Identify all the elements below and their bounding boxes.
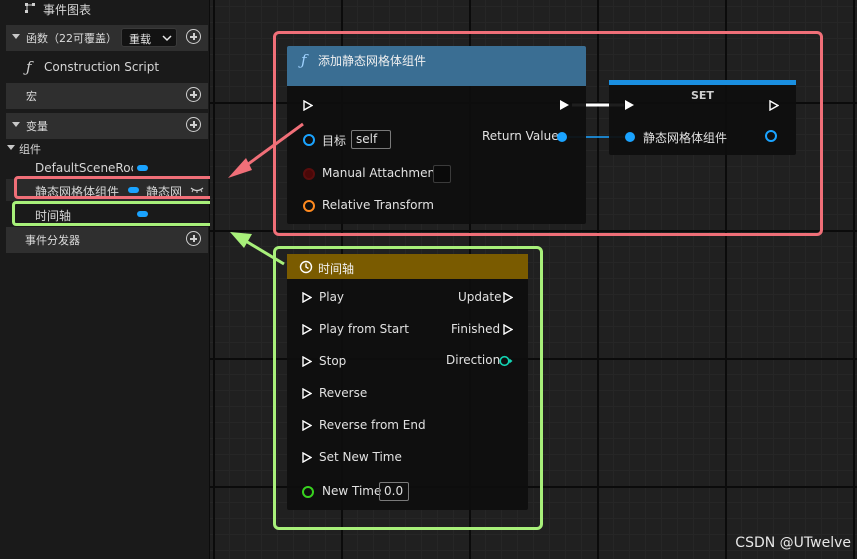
functions-title: 函数（22可覆盖） — [26, 32, 117, 45]
components-title: 组件 — [19, 143, 41, 156]
macros-title: 宏 — [26, 90, 37, 103]
variables-title: 变量 — [26, 120, 48, 133]
add-event-dispatcher-button[interactable] — [186, 231, 201, 246]
variable-name: DefaultSceneRoc — [35, 161, 133, 175]
functions-section-header[interactable]: 函数（22可覆盖） 重载 — [6, 25, 208, 51]
watermark: CSDN @UTwelve — [735, 535, 851, 551]
my-blueprint-panel: 事件图表 函数（22可覆盖） 重载 ƒ Construction Script … — [0, 0, 210, 559]
collapse-caret-icon[interactable] — [7, 145, 15, 150]
override-dropdown[interactable]: 重载 — [121, 28, 177, 47]
highlight-box-timeline-variable — [12, 201, 222, 226]
highlight-box-add-component-node — [273, 31, 823, 236]
construction-script-label: Construction Script — [44, 60, 160, 74]
collapse-caret-icon[interactable] — [12, 122, 20, 127]
override-label: 重载 — [129, 33, 151, 46]
highlight-box-static-mesh-variable — [14, 176, 220, 199]
chevron-down-icon — [162, 35, 172, 42]
add-variable-button[interactable] — [186, 117, 201, 132]
object-type-pill-icon — [137, 165, 148, 171]
construction-script-item[interactable]: ƒ Construction Script — [24, 58, 204, 78]
macros-section-header[interactable]: 宏 — [6, 83, 208, 109]
function-icon: ƒ — [26, 58, 32, 76]
variables-section-header[interactable]: 变量 — [6, 113, 208, 139]
components-category[interactable]: 组件 — [6, 140, 208, 156]
highlight-box-timeline-node — [273, 246, 543, 530]
graph-icon — [25, 3, 35, 13]
event-graph-label: 事件图表 — [43, 3, 92, 17]
event-dispatchers-title: 事件分发器 — [25, 234, 80, 247]
add-function-button[interactable] — [186, 29, 201, 44]
add-macro-button[interactable] — [186, 87, 201, 102]
collapse-caret-icon[interactable] — [12, 34, 20, 39]
event-dispatchers-section-header[interactable]: 事件分发器 — [6, 227, 208, 253]
